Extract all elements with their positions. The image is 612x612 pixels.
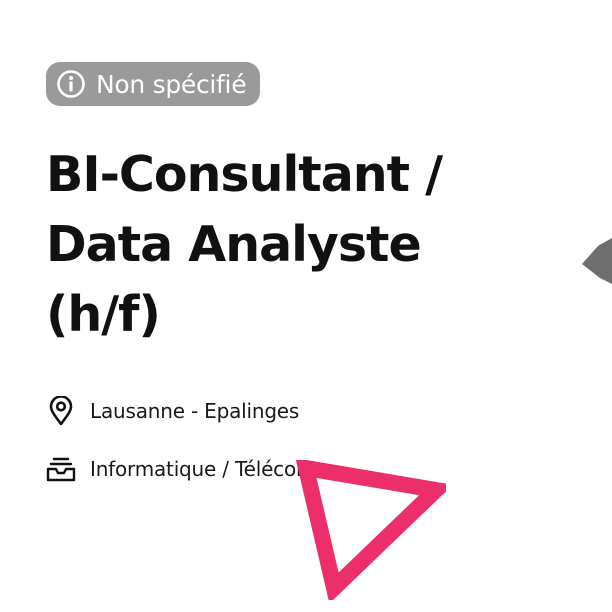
job-title-line: BI-Consultant / [46,146,443,203]
job-title-line: (h/f) [46,286,161,343]
edge-shape-decoration [582,238,612,284]
job-location: Lausanne - Epalinges [46,396,299,426]
info-circle-icon [56,69,86,99]
play-triangle-decoration [296,460,446,600]
job-title-line: Data Analyste [46,216,422,273]
status-badge-label: Non spécifié [96,69,247,99]
job-location-text: Lausanne - Epalinges [90,399,300,423]
job-title[interactable]: BI-Consultant / Data Analyste (h/f) [46,140,486,350]
location-pin-icon [46,396,76,426]
status-badge: Non spécifié [46,62,261,106]
inbox-tray-icon [46,454,76,484]
job-card: Non spécifié BI-Consultant / Data Analys… [0,0,612,612]
